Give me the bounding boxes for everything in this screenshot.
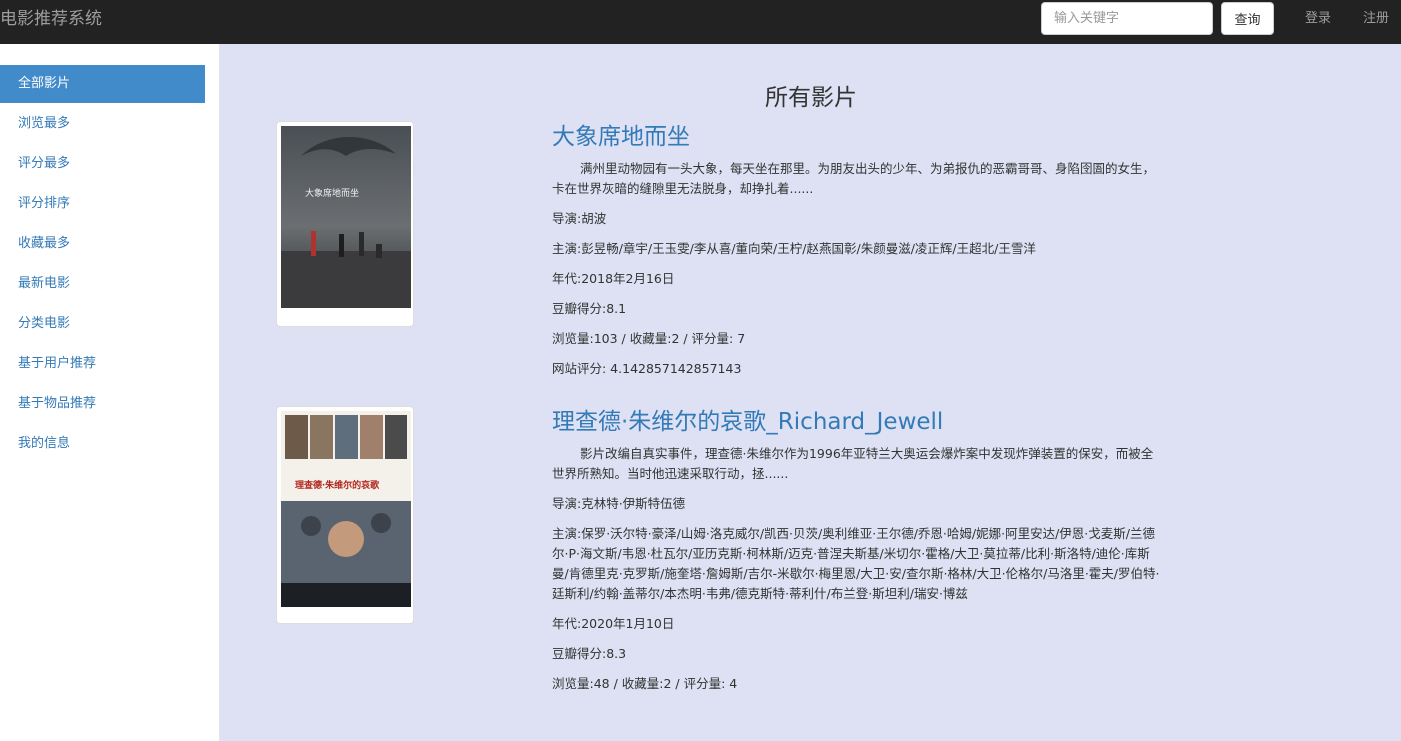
movie-info: 大象席地而坐 满州里动物园有一头大象，每天坐在那里。为朋友出头的少年、为弟报仇的…: [552, 121, 1162, 389]
register-link[interactable]: 注册: [1363, 11, 1389, 27]
poster-text: 大象席地而坐: [305, 187, 359, 199]
login-link[interactable]: 登录: [1305, 11, 1331, 27]
movie-description: 满州里动物园有一头大象，每天坐在那里。为朋友出头的少年、为弟报仇的恶霸哥哥、身陷…: [552, 161, 1156, 196]
movie-director: 导演:克林特·伊斯特伍德: [552, 496, 686, 511]
sidebar-item-rating-rank[interactable]: 评分排序: [0, 185, 205, 223]
movie-info: 理查德·朱维尔的哀歌_Richard_Jewell 影片改编自真实事件，理查德·…: [552, 406, 1162, 704]
sidebar-item-categories[interactable]: 分类电影: [0, 305, 205, 343]
movie-title-link[interactable]: 理查德·朱维尔的哀歌_Richard_Jewell: [552, 406, 1162, 438]
movie-year: 年代:2018年2月16日: [552, 271, 675, 286]
movie-douban-score: 豆瓣得分:8.1: [552, 301, 627, 316]
movie-cast: 主演:彭昱畅/章宇/王玉雯/李从喜/董向荣/王柠/赵燕国彰/朱颜曼滋/凌正辉/王…: [552, 241, 1036, 256]
sidebar-item-all-movies[interactable]: 全部影片: [0, 65, 205, 103]
movie-poster: 大象席地而坐: [281, 126, 411, 308]
sidebar-item-most-viewed[interactable]: 浏览最多: [0, 105, 205, 143]
brand-title[interactable]: 电影推荐系统: [0, 9, 102, 29]
sidebar-item-item-based[interactable]: 基于物品推荐: [0, 385, 205, 423]
main-content: 所有影片 大象席地而坐 大象席地而坐 满州里动物园有一头大象，每天坐在那里。为朋…: [221, 44, 1401, 741]
sidebar-item-user-based[interactable]: 基于用户推荐: [0, 345, 205, 383]
movie-douban-score: 豆瓣得分:8.3: [552, 646, 627, 661]
movie-stats: 浏览量:103 / 收藏量:2 / 评分量: 7: [552, 331, 746, 346]
movie-poster-frame[interactable]: 理查德·朱维尔的哀歌: [276, 406, 414, 624]
movie-poster-frame[interactable]: 大象席地而坐: [276, 121, 414, 327]
sidebar-item-most-rated[interactable]: 评分最多: [0, 145, 205, 183]
movie-description: 影片改编自真实事件，理查德·朱维尔作为1996年亚特兰大奥运会爆炸案中发现炸弹装…: [552, 446, 1154, 481]
search-button[interactable]: 查询: [1221, 2, 1274, 35]
movie-poster: 理查德·朱维尔的哀歌: [281, 411, 411, 607]
page-title: 所有影片: [765, 85, 857, 111]
sidebar-item-my-info[interactable]: 我的信息: [0, 425, 205, 463]
top-navbar: 电影推荐系统 查询 登录 注册: [0, 0, 1401, 44]
movie-site-score: 网站评分: 4.142857142857143: [552, 361, 742, 376]
poster-text: 理查德·朱维尔的哀歌: [295, 479, 380, 491]
movie-cast: 主演:保罗·沃尔特·豪泽/山姆·洛克威尔/凯西·贝茨/奥利维亚·王尔德/乔恩·哈…: [552, 526, 1160, 601]
movie-year: 年代:2020年1月10日: [552, 616, 675, 631]
sidebar-item-latest[interactable]: 最新电影: [0, 265, 205, 303]
sidebar-item-most-collected[interactable]: 收藏最多: [0, 225, 205, 263]
movie-title-link[interactable]: 大象席地而坐: [552, 121, 1162, 153]
search-input[interactable]: [1041, 2, 1213, 35]
sidebar: 全部影片 浏览最多 评分最多 评分排序 收藏最多 最新电影 分类电影 基于用户推…: [0, 44, 220, 741]
movie-stats: 浏览量:48 / 收藏量:2 / 评分量: 4: [552, 676, 738, 691]
movie-director: 导演:胡波: [552, 211, 607, 226]
